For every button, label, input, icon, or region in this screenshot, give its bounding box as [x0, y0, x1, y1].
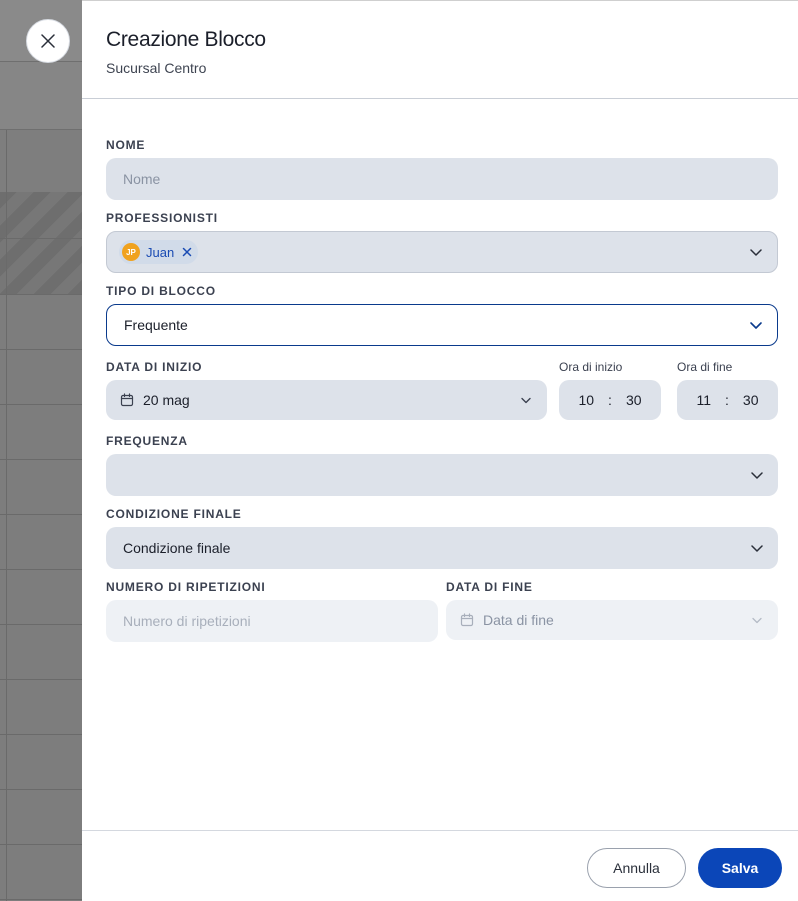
professional-chip: JP Juan	[119, 240, 199, 264]
ora-fine-label: Ora di fine	[677, 360, 733, 374]
page-subtitle: Sucursal Centro	[106, 60, 207, 76]
chevron-down-icon	[750, 322, 762, 329]
avatar: JP	[122, 243, 140, 261]
backdrop-grid-line	[0, 294, 82, 295]
frequenza-label: FREQUENZA	[106, 434, 188, 448]
frequenza-select[interactable]	[106, 454, 778, 496]
numero-ripetizioni-input[interactable]: Numero di ripetizioni	[106, 600, 438, 642]
tipo-blocco-label: TIPO DI BLOCCO	[106, 284, 216, 298]
ora-fine-input[interactable]: 11 : 30	[677, 380, 778, 420]
nome-placeholder: Nome	[123, 171, 161, 187]
backdrop-grid-line	[0, 349, 82, 350]
x-icon[interactable]	[182, 247, 192, 257]
chevron-down-icon	[751, 472, 763, 479]
ora-inizio-minute[interactable]: 30	[626, 392, 642, 408]
backdrop-grid-line	[0, 238, 82, 239]
backdrop-header	[0, 62, 82, 130]
calendar-backdrop	[0, 0, 82, 901]
chevron-down-icon	[751, 545, 763, 552]
time-separator: :	[608, 392, 612, 408]
backdrop-grid-line	[0, 899, 82, 900]
block-creation-drawer: Creazione Blocco Sucursal Centro NOME No…	[82, 0, 798, 901]
drawer-footer: Annulla Salva	[82, 830, 798, 901]
data-fine-placeholder: Data di fine	[483, 612, 554, 628]
calendar-icon	[120, 393, 134, 407]
backdrop-grid-line	[0, 514, 82, 515]
professionisti-select[interactable]: JP Juan	[106, 231, 778, 273]
data-inizio-value: 20 mag	[143, 392, 190, 408]
chip-name: Juan	[146, 244, 175, 260]
chevron-down-icon	[750, 249, 762, 256]
professionisti-label: PROFESSIONISTI	[106, 211, 218, 225]
condizione-finale-select[interactable]: Condizione finale	[106, 527, 778, 569]
drawer-header: Creazione Blocco Sucursal Centro	[82, 1, 798, 99]
backdrop-grid-line	[0, 789, 82, 790]
ora-fine-minute[interactable]: 30	[743, 392, 759, 408]
close-button[interactable]	[26, 19, 70, 63]
backdrop-grid-line	[0, 844, 82, 845]
nome-input[interactable]: Nome	[106, 158, 778, 200]
numero-ripetizioni-label: NUMERO DI RIPETIZIONI	[106, 580, 266, 594]
backdrop-grid-line	[0, 569, 82, 570]
backdrop-band	[0, 130, 82, 192]
cancel-button[interactable]: Annulla	[587, 848, 686, 888]
close-icon	[41, 34, 55, 48]
backdrop-grid-line	[0, 459, 82, 460]
page-title: Creazione Blocco	[106, 28, 266, 51]
numero-ripetizioni-placeholder: Numero di ripetizioni	[123, 613, 251, 629]
tipo-blocco-value: Frequente	[124, 317, 188, 333]
ora-inizio-input[interactable]: 10 : 30	[559, 380, 661, 420]
data-inizio-picker[interactable]: 20 mag	[106, 380, 547, 420]
backdrop-blocked-slot	[0, 192, 82, 294]
calendar-icon	[460, 613, 474, 627]
chevron-down-icon	[752, 617, 762, 624]
condizione-finale-value: Condizione finale	[123, 540, 231, 556]
backdrop-grid-line	[0, 679, 82, 680]
chevron-down-icon	[521, 397, 531, 404]
condizione-finale-label: CONDIZIONE FINALE	[106, 507, 242, 521]
backdrop-grid-line	[6, 130, 7, 901]
ora-inizio-label: Ora di inizio	[559, 360, 623, 374]
data-inizio-label: DATA DI INIZIO	[106, 360, 203, 374]
backdrop-grid-line	[0, 624, 82, 625]
backdrop-grid-line	[0, 734, 82, 735]
backdrop-grid-line	[0, 404, 82, 405]
time-separator: :	[725, 392, 729, 408]
data-fine-picker[interactable]: Data di fine	[446, 600, 778, 640]
save-button[interactable]: Salva	[698, 848, 782, 888]
data-fine-label: DATA DI FINE	[446, 580, 533, 594]
tipo-blocco-select[interactable]: Frequente	[106, 304, 778, 346]
ora-inizio-hour[interactable]: 10	[578, 392, 594, 408]
nome-label: NOME	[106, 138, 146, 152]
ora-fine-hour[interactable]: 11	[696, 392, 711, 408]
